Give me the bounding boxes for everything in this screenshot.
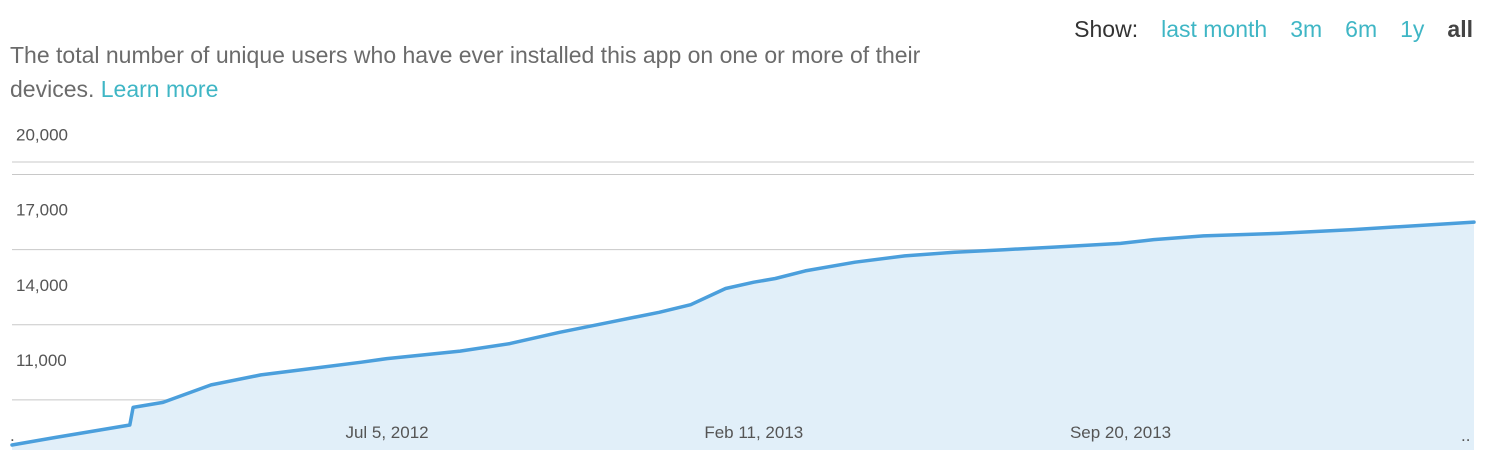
x-tick-label: Sep 20, 2013 [1070, 423, 1171, 442]
y-tick-label: 17,000 [16, 201, 68, 220]
chart-area-fill [12, 222, 1474, 450]
installs-chart: 11,000 14,000 17,000 20,000 Jul 5, 2012 Feb 1… [10, 126, 1476, 450]
x-tick-label: Jul 5, 2012 [345, 423, 428, 442]
y-tick-label: 14,000 [16, 276, 68, 295]
chart-edge-marker-left: . [10, 426, 15, 445]
y-tick-label: 20,000 [16, 126, 68, 145]
chart-edge-marker-right: .. [1461, 426, 1470, 445]
y-tick-label: 11,000 [16, 351, 67, 370]
x-tick-label: Feb 11, 2013 [704, 423, 803, 442]
